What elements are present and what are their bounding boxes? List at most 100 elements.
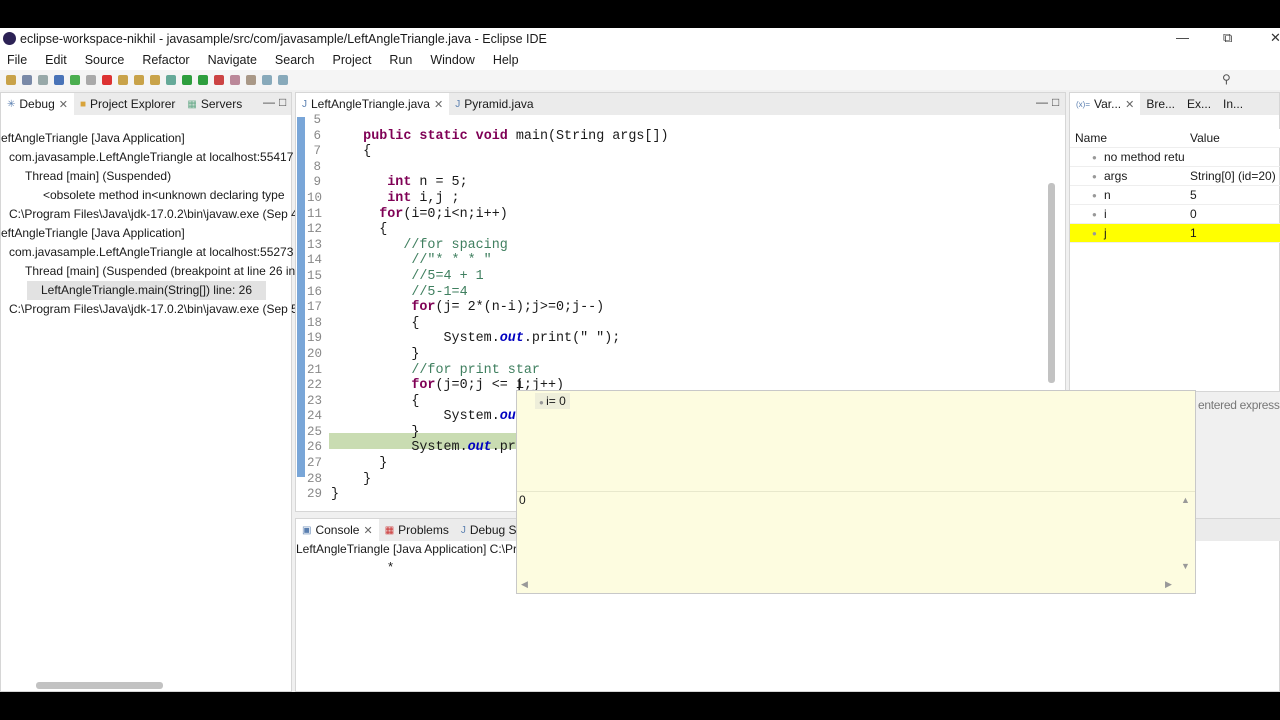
menu-project[interactable]: Project <box>333 53 383 67</box>
table-header: Name Value <box>1070 129 1280 148</box>
close-icon[interactable]: ✕ <box>1125 98 1134 111</box>
tree-item[interactable]: eftAngleTriangle [Java Application] <box>1 224 185 243</box>
tab-console[interactable]: ▣ Console ✕ <box>296 519 379 541</box>
tree-item-frame[interactable]: <obsolete method in<unknown declaring ty… <box>43 186 285 205</box>
console-output[interactable]: * <box>388 559 393 574</box>
close-button[interactable]: ✕ <box>1270 30 1280 46</box>
menu-source[interactable]: Source <box>85 53 136 67</box>
variable-icon: ● <box>1092 172 1097 181</box>
close-icon[interactable]: ✕ <box>363 524 372 537</box>
save-icon[interactable] <box>22 75 32 85</box>
menu-window[interactable]: Window <box>430 53 485 67</box>
menu-run[interactable]: Run <box>389 53 423 67</box>
menu-search[interactable]: Search <box>275 53 326 67</box>
run-icon[interactable] <box>182 75 192 85</box>
tree-item[interactable]: eftAngleTriangle [Java Application] <box>1 129 185 148</box>
external-tools-icon[interactable] <box>214 75 224 85</box>
step-over-icon[interactable] <box>134 75 144 85</box>
line-number: 8 <box>313 159 321 174</box>
tab-problems[interactable]: ▦ Problems <box>379 519 455 541</box>
menu-refactor[interactable]: Refactor <box>142 53 200 67</box>
tree-item[interactable]: C:\Program Files\Java\jdk-17.0.2\bin\jav… <box>9 205 298 224</box>
nav-back-icon[interactable] <box>262 75 272 85</box>
resume-icon[interactable] <box>70 75 80 85</box>
maximize-view-icon[interactable]: □ <box>1052 95 1059 109</box>
save-all-icon[interactable] <box>38 75 48 85</box>
horizontal-scrollbar[interactable] <box>36 682 163 689</box>
scroll-up-icon[interactable]: ▲ <box>1181 495 1190 505</box>
coverage-icon[interactable] <box>198 75 208 85</box>
scroll-down-icon[interactable]: ▼ <box>1181 561 1190 571</box>
tab-label: Project Explorer <box>90 97 176 111</box>
line-number: 18 <box>307 315 323 330</box>
debug-shell-icon: J <box>460 524 466 536</box>
tab-leftangletriangle[interactable]: J LeftAngleTriangle.java ✕ <box>296 93 450 115</box>
tree-item[interactable]: com.javasample.LeftAngleTriangle at loca… <box>9 148 293 167</box>
variable-row[interactable]: ● j 1 <box>1070 224 1280 243</box>
hover-value-detail[interactable]: 0 <box>519 493 526 507</box>
open-type-icon[interactable] <box>230 75 240 85</box>
tab-expressions[interactable]: Ex... <box>1181 93 1217 115</box>
variable-name: no method retu <box>1104 150 1185 164</box>
line-number: 29 <box>307 487 323 502</box>
step-return-icon[interactable] <box>150 75 160 85</box>
variable-row[interactable]: ● i 0 <box>1070 205 1280 224</box>
minimize-view-icon[interactable]: — <box>263 95 275 109</box>
terminate-icon[interactable] <box>102 75 112 85</box>
menu-navigate[interactable]: Navigate <box>208 53 268 67</box>
column-value[interactable]: Value <box>1190 129 1220 148</box>
line-number: 11 <box>307 206 323 221</box>
tab-label: Debug <box>19 97 55 111</box>
scroll-right-icon[interactable]: ▶ <box>1165 579 1172 590</box>
tree-item[interactable]: com.javasample.LeftAngleTriangle at loca… <box>9 243 293 262</box>
column-name[interactable]: Name <box>1075 131 1107 145</box>
line-number: 9 <box>313 175 321 190</box>
text-cursor-icon: I <box>517 377 522 394</box>
hover-variable-item[interactable]: ● i= 0 <box>535 393 570 409</box>
tab-label: Bre... <box>1146 97 1176 111</box>
line-number: 16 <box>307 284 323 299</box>
variable-row[interactable]: ● no method retu <box>1070 148 1280 167</box>
close-icon[interactable]: ✕ <box>434 98 443 111</box>
servers-icon: ▦ <box>187 98 197 110</box>
close-icon[interactable]: ✕ <box>59 98 68 111</box>
menu-edit[interactable]: Edit <box>45 53 78 67</box>
step-into-icon[interactable] <box>118 75 128 85</box>
overview-ruler <box>297 117 305 477</box>
menu-file[interactable]: File <box>7 53 38 67</box>
line-number: 20 <box>307 346 323 361</box>
variables-tabbar: (x)= Var... ✕ Bre... Ex... In... <box>1070 93 1279 115</box>
tab-breakpoints[interactable]: Bre... <box>1140 93 1181 115</box>
suspend-icon[interactable] <box>86 75 96 85</box>
debug-skip-icon[interactable] <box>54 75 64 85</box>
menu-help[interactable]: Help <box>493 53 530 67</box>
nav-forward-icon[interactable] <box>278 75 288 85</box>
tree-item-thread[interactable]: Thread [main] (Suspended (breakpoint at … <box>25 262 295 281</box>
line-number: 15 <box>307 268 323 283</box>
tab-variables[interactable]: (x)= Var... ✕ <box>1070 93 1141 115</box>
eclipse-logo-icon <box>3 32 16 45</box>
variable-row[interactable]: ● args String[0] (id=20) <box>1070 167 1280 186</box>
tree-item-thread[interactable]: Thread [main] (Suspended) <box>25 167 171 186</box>
scroll-left-icon[interactable]: ◀ <box>521 579 528 590</box>
variable-value: 1 <box>1190 226 1197 240</box>
variable-row[interactable]: ● n 5 <box>1070 186 1280 205</box>
new-icon[interactable] <box>6 75 16 85</box>
tree-item-selected-frame[interactable]: LeftAngleTriangle.main(String[]) line: 2… <box>27 281 266 300</box>
maximize-view-icon[interactable]: □ <box>279 95 286 109</box>
tab-project-explorer[interactable]: ■ Project Explorer <box>74 93 181 115</box>
tab-debug[interactable]: ✳ Debug ✕ <box>1 93 74 115</box>
minimize-button[interactable]: — <box>1176 30 1189 45</box>
expressions-hint: entered expressi <box>1198 398 1280 412</box>
search-tool-icon[interactable] <box>246 75 256 85</box>
restore-button[interactable]: ⧉ <box>1223 30 1232 46</box>
tree-item[interactable]: C:\Program Files\Java\jdk-17.0.2\bin\jav… <box>9 300 298 319</box>
vertical-scrollbar[interactable] <box>1048 183 1055 383</box>
search-icon[interactable]: ⚲ <box>1222 72 1231 86</box>
debug-run-icon[interactable] <box>166 75 176 85</box>
tab-servers[interactable]: ▦ Servers <box>181 93 248 115</box>
console-header: LeftAngleTriangle [Java Application] C:\… <box>296 542 518 556</box>
tab-pyramid[interactable]: J Pyramid.java <box>449 93 539 115</box>
tab-inspect[interactable]: In... <box>1217 93 1249 115</box>
minimize-view-icon[interactable]: — <box>1036 95 1048 109</box>
